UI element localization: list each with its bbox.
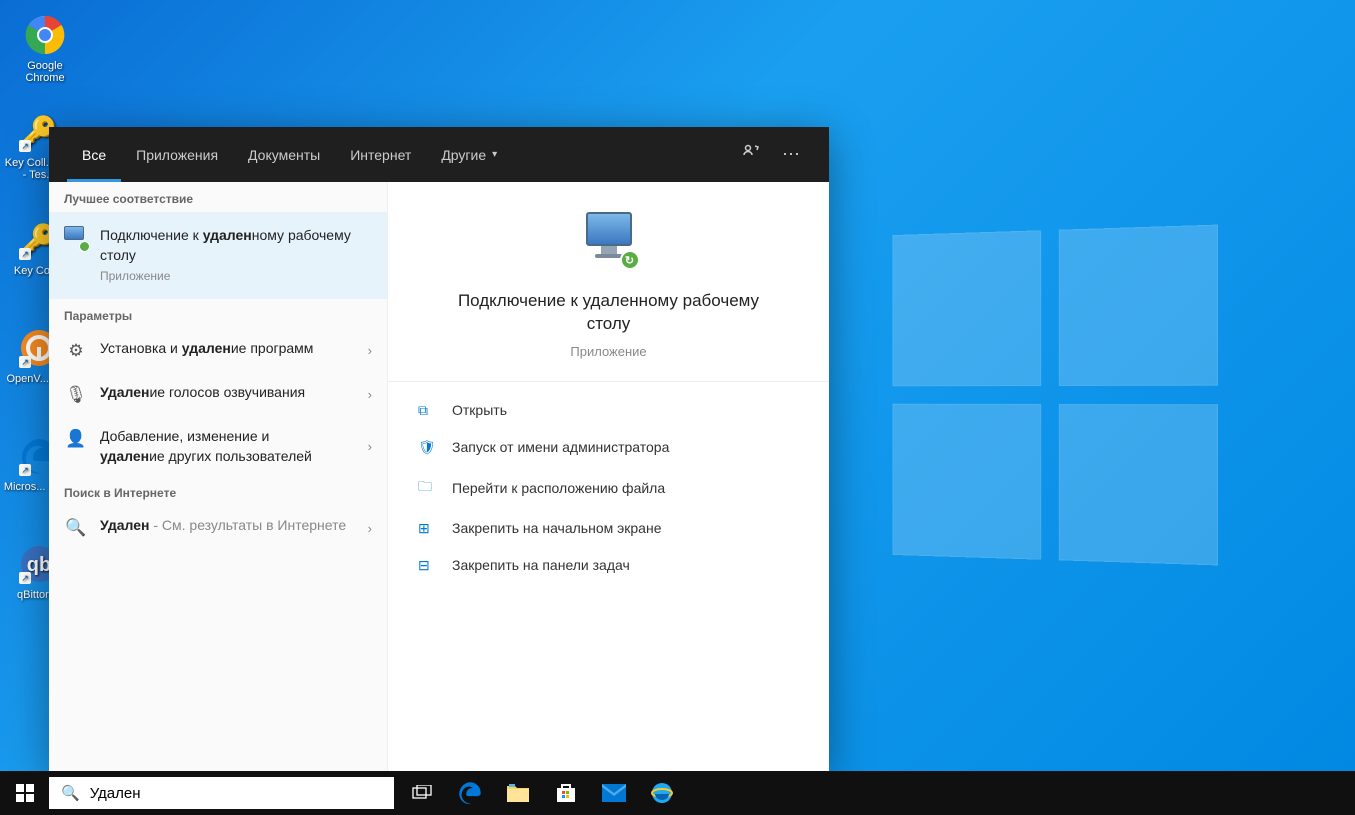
windows-logo-icon [16, 784, 34, 802]
preview-actions: ⧉ Открыть 🛡 Запуск от имени администрато… [388, 381, 829, 594]
result-text: Установка и удаление программ [100, 339, 360, 359]
result-best-rdp[interactable]: Подключение к удаленному рабочему столу … [49, 212, 387, 299]
shield-icon: 🛡 [418, 439, 436, 456]
rdp-icon [64, 226, 88, 250]
search-icon: 🔍 [61, 784, 80, 802]
chevron-down-icon: ▾ [492, 149, 497, 160]
tab-label: Приложения [136, 147, 218, 163]
folder-icon: 🗀 [418, 476, 436, 500]
taskbar-edge-icon[interactable] [446, 771, 494, 815]
tab-internet[interactable]: Интернет [335, 127, 426, 182]
result-uninstall-programs[interactable]: ⚙ Установка и удаление программ › [49, 329, 387, 373]
action-open[interactable]: ⧉ Открыть [388, 392, 829, 429]
taskbar: 🔍 [0, 771, 1355, 815]
desktop-icon-chrome[interactable]: Google Chrome [9, 13, 81, 84]
shortcut-overlay-icon: ↗ [19, 140, 31, 152]
taskbar-mail-icon[interactable] [590, 771, 638, 815]
shortcut-overlay-icon: ↗ [19, 572, 31, 584]
search-input[interactable] [90, 785, 382, 802]
microphone-icon: 🎙 [64, 383, 88, 407]
action-file-location[interactable]: 🗀 Перейти к расположению файла [388, 466, 829, 510]
tab-all[interactable]: Все [67, 127, 121, 182]
result-remove-voices[interactable]: 🎙 Удаление голосов озвучивания › [49, 373, 387, 417]
chrome-icon [23, 13, 67, 57]
feedback-icon[interactable] [731, 143, 771, 166]
shortcut-overlay-icon: ↗ [19, 356, 31, 368]
action-label: Перейти к расположению файла [452, 480, 665, 496]
gear-icon: ⚙ [64, 339, 88, 363]
start-button[interactable] [0, 771, 49, 815]
search-tabs: Все Приложения Документы Интернет Другие… [49, 127, 829, 182]
taskbar-ie-icon[interactable] [638, 771, 686, 815]
taskbar-store-icon[interactable] [542, 771, 590, 815]
chevron-right-icon: › [368, 439, 372, 454]
action-label: Открыть [452, 402, 507, 418]
tab-label: Интернет [350, 147, 411, 163]
chevron-right-icon: › [368, 521, 372, 536]
tab-label: Документы [248, 147, 320, 163]
taskbar-explorer-icon[interactable] [494, 771, 542, 815]
taskbar-search[interactable]: 🔍 [49, 777, 394, 809]
action-label: Запуск от имени администратора [452, 439, 669, 455]
pin-icon: ⊞ [418, 520, 436, 537]
preview-title: Подключение к удаленному рабочему столу [449, 290, 769, 336]
action-pin-start[interactable]: ⊞ Закрепить на начальном экране [388, 510, 829, 547]
tab-label: Все [82, 147, 106, 163]
section-settings: Параметры [49, 299, 387, 329]
search-panel: Все Приложения Документы Интернет Другие… [49, 127, 829, 772]
action-pin-taskbar[interactable]: ⊟ Закрепить на панели задач [388, 547, 829, 584]
action-run-admin[interactable]: 🛡 Запуск от имени администратора [388, 429, 829, 466]
pin-icon: ⊟ [418, 557, 436, 574]
result-text: Удален - См. результаты в Интернете [100, 516, 360, 536]
chevron-right-icon: › [368, 387, 372, 402]
shortcut-overlay-icon: ↗ [19, 248, 31, 260]
shortcut-overlay-icon: ↗ [19, 464, 31, 476]
action-label: Закрепить на панели задач [452, 557, 630, 573]
result-text: Удаление голосов озвучивания [100, 383, 360, 403]
tab-apps[interactable]: Приложения [121, 127, 233, 182]
desktop-icon-label: Google Chrome [25, 60, 64, 84]
chevron-right-icon: › [368, 343, 372, 358]
search-icon: 🔍 [64, 516, 88, 540]
section-web: Поиск в Интернете [49, 476, 387, 506]
person-icon: 👤 [64, 427, 88, 451]
tab-docs[interactable]: Документы [233, 127, 335, 182]
result-manage-users[interactable]: 👤 Добавление, изменение иудаление других… [49, 417, 387, 476]
search-results-list: Лучшее соответствие Подключение к удален… [49, 182, 388, 772]
preview-subtitle: Приложение [418, 344, 799, 359]
result-web-search[interactable]: 🔍 Удален - См. результаты в Интернете › [49, 506, 387, 550]
section-best-match: Лучшее соответствие [49, 182, 387, 212]
more-icon[interactable]: ⋯ [771, 144, 811, 165]
tab-other[interactable]: Другие ▾ [426, 127, 512, 182]
tab-label: Другие [441, 147, 486, 163]
task-view-icon[interactable] [398, 771, 446, 815]
result-subtitle: Приложение [100, 268, 372, 285]
action-label: Закрепить на начальном экране [452, 520, 662, 536]
rdp-large-icon: ↻ [574, 212, 644, 270]
result-text: Добавление, изменение иудаление других п… [100, 427, 360, 466]
open-icon: ⧉ [418, 402, 436, 419]
search-preview-pane: ↻ Подключение к удаленному рабочему стол… [388, 182, 829, 772]
wallpaper-windows-logo [893, 225, 1218, 566]
result-text: Подключение к удаленному рабочему столу … [100, 226, 372, 285]
